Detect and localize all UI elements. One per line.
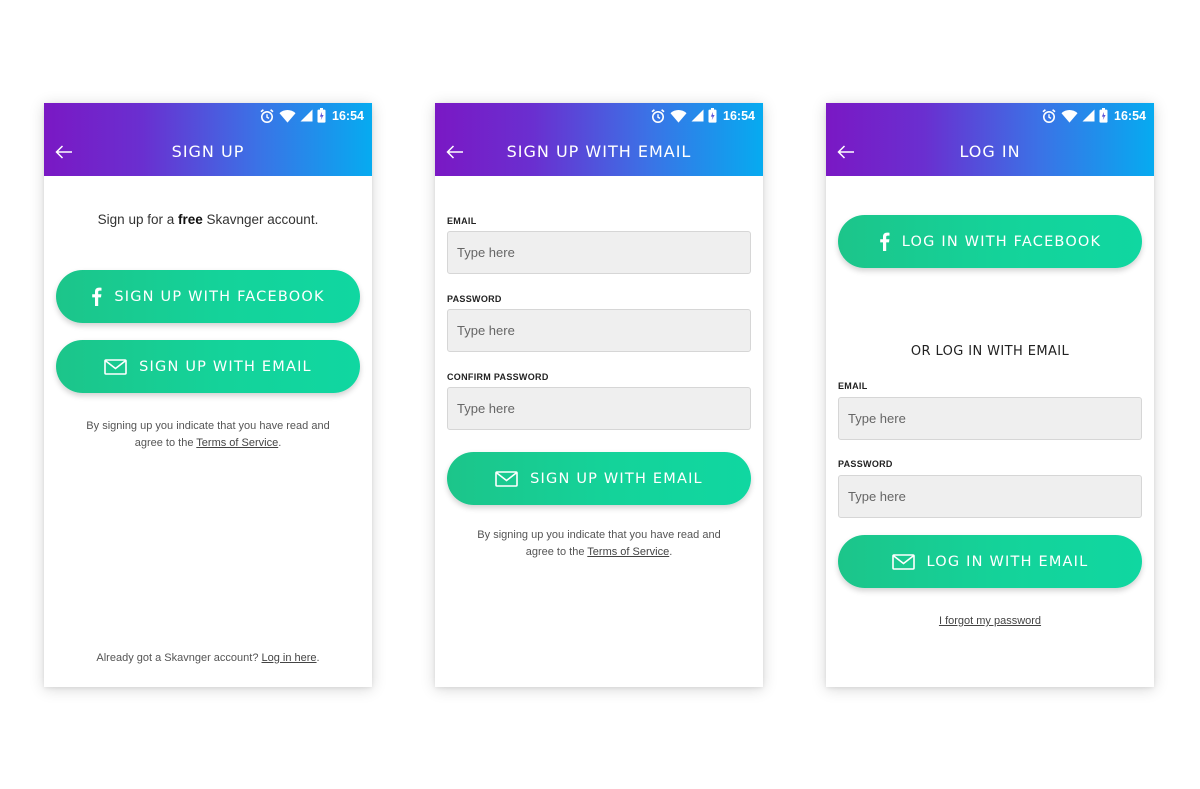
wifi-icon	[1061, 109, 1078, 123]
login-prompt-text: Already got a Skavnger account?	[96, 652, 262, 664]
terms-line-2: agree to the Terms of Service.	[435, 544, 763, 561]
status-time: 16:54	[1114, 108, 1146, 123]
app-bar: SIGN UP WITH EMAIL	[435, 128, 763, 176]
facebook-f-icon	[879, 232, 890, 251]
email-label: EMAIL	[447, 216, 477, 226]
cell-signal-icon	[691, 109, 704, 122]
status-time: 16:54	[332, 108, 364, 123]
envelope-icon	[891, 553, 915, 570]
cell-signal-icon	[1082, 109, 1095, 122]
log-in-here-link[interactable]: Log in here	[262, 652, 317, 664]
signup-intro: Sign up for a free Skavnger account.	[44, 212, 372, 227]
page-title: LOG IN	[959, 142, 1021, 161]
terms-of-service-link[interactable]: Terms of Service	[196, 437, 278, 449]
terms-line-1: By signing up you indicate that you have…	[86, 420, 330, 432]
alarm-clock-icon	[260, 108, 274, 123]
wifi-icon	[670, 109, 687, 123]
page-title: SIGN UP WITH EMAIL	[506, 142, 692, 161]
status-bar: 16:54	[259, 106, 364, 125]
email-label: EMAIL	[838, 381, 868, 391]
wifi-icon	[279, 109, 296, 123]
terms-text: agree to the	[134, 437, 197, 449]
cell-signal-icon	[300, 109, 313, 122]
password-label: PASSWORD	[447, 294, 502, 304]
battery-charging-icon	[708, 108, 717, 123]
intro-text: Sign up for a	[97, 212, 178, 227]
terms-line-2: agree to the Terms of Service.	[44, 435, 372, 452]
login-prompt: Already got a Skavnger account? Log in h…	[44, 650, 372, 667]
envelope-icon	[495, 470, 518, 487]
app-header: 16:54 SIGN UP	[44, 103, 372, 176]
battery-charging-icon	[317, 108, 326, 123]
login-email-submit-button[interactable]: LOG IN WITH EMAIL	[838, 535, 1142, 588]
status-time: 16:54	[723, 108, 755, 123]
signup-facebook-button[interactable]: SIGN UP WITH FACEBOOK	[56, 270, 360, 323]
terms-notice: By signing up you indicate that you have…	[44, 418, 372, 452]
forgot-password-link[interactable]: I forgot my password	[939, 615, 1041, 627]
app-header: 16:54 LOG IN	[826, 103, 1154, 176]
login-facebook-button[interactable]: LOG IN WITH FACEBOOK	[838, 215, 1142, 268]
app-bar: SIGN UP	[44, 128, 372, 176]
alarm-clock-icon	[651, 108, 665, 123]
button-label: LOG IN WITH EMAIL	[926, 553, 1089, 570]
alarm-clock-icon	[1042, 108, 1056, 123]
button-label: SIGN UP WITH FACEBOOK	[114, 288, 325, 305]
password-label: PASSWORD	[838, 459, 893, 469]
intro-text-end: Skavnger account.	[202, 212, 319, 227]
app-header: 16:54 SIGN UP WITH EMAIL	[435, 103, 763, 176]
email-field[interactable]	[838, 397, 1142, 440]
app-bar: LOG IN	[826, 128, 1154, 176]
login-screen: 16:54 LOG IN LOG IN WITH FACEBOOK OR LOG…	[826, 103, 1154, 687]
signup-email-button[interactable]: SIGN UP WITH EMAIL	[56, 340, 360, 393]
terms-notice: By signing up you indicate that you have…	[435, 527, 763, 561]
or-login-with-email-heading: OR LOG IN WITH EMAIL	[910, 344, 1070, 359]
confirm-password-label: CONFIRM PASSWORD	[447, 372, 549, 382]
intro-bold-text: free	[177, 212, 203, 227]
status-bar: 16:54	[1041, 106, 1146, 125]
status-bar: 16:54	[650, 106, 755, 125]
password-field[interactable]	[447, 309, 751, 352]
signup-screen: 16:54 SIGN UP Sign up for a free Skavnge…	[44, 103, 372, 687]
envelope-icon	[104, 358, 127, 375]
confirm-password-field[interactable]	[447, 387, 751, 430]
terms-of-service-link[interactable]: Terms of Service	[587, 546, 669, 558]
forgot-password-row: I forgot my password	[826, 613, 1154, 630]
button-label: SIGN UP WITH EMAIL	[530, 470, 703, 487]
signup-email-submit-button[interactable]: SIGN UP WITH EMAIL	[447, 452, 751, 505]
signup-email-screen: 16:54 SIGN UP WITH EMAIL EMAIL PASSWORD …	[435, 103, 763, 687]
button-label: LOG IN WITH FACEBOOK	[901, 233, 1102, 250]
terms-line-1: By signing up you indicate that you have…	[477, 529, 721, 541]
password-field[interactable]	[838, 475, 1142, 518]
terms-text: agree to the	[525, 546, 588, 558]
button-label: SIGN UP WITH EMAIL	[139, 358, 312, 375]
terms-period: .	[669, 546, 673, 558]
login-prompt-period: .	[316, 652, 320, 664]
facebook-f-icon	[92, 287, 102, 306]
terms-period: .	[278, 437, 282, 449]
page-title: SIGN UP	[171, 142, 245, 161]
email-field[interactable]	[447, 231, 751, 274]
battery-charging-icon	[1099, 108, 1108, 123]
